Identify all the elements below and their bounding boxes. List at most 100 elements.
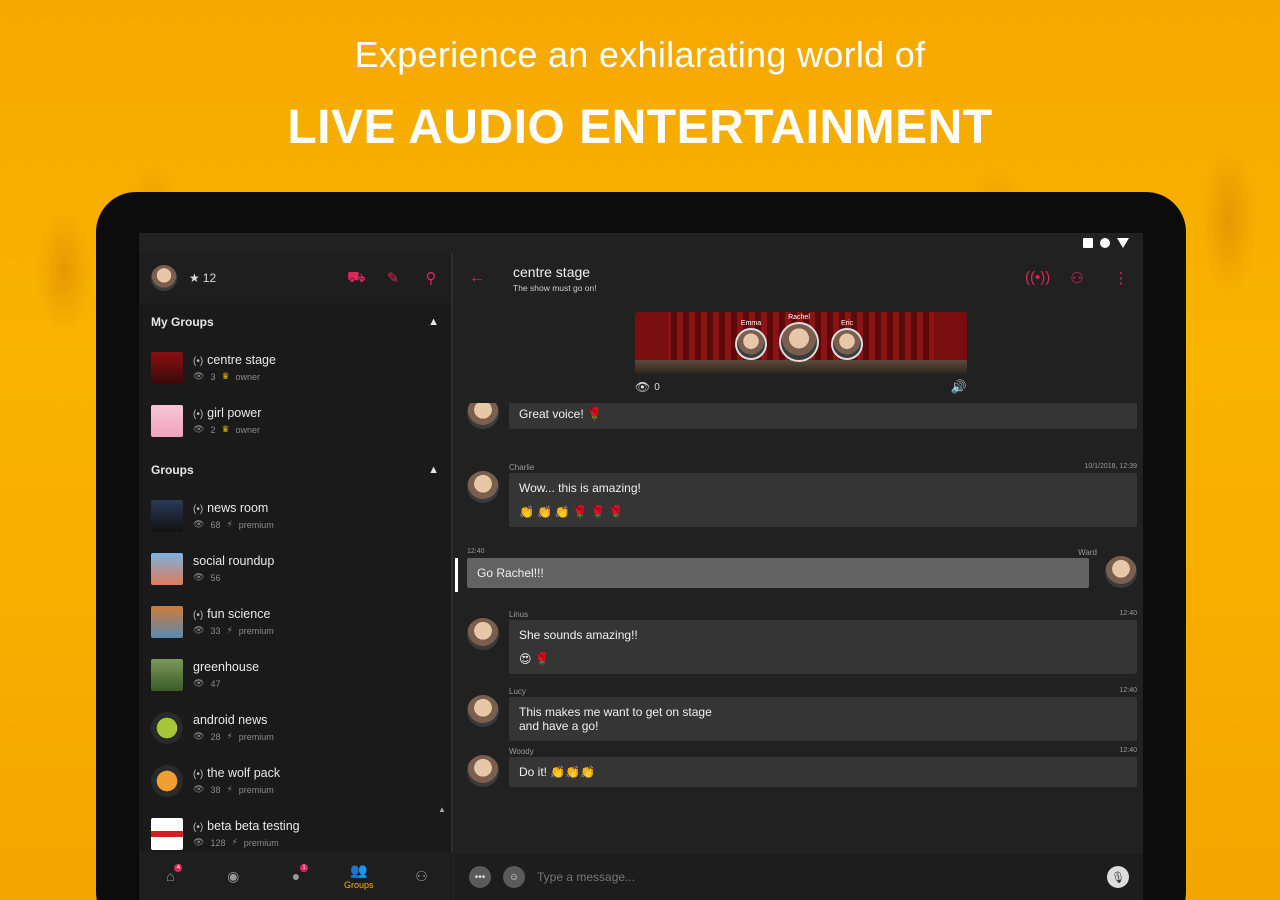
member-count: 56 <box>210 572 221 583</box>
sender-avatar[interactable] <box>467 618 499 650</box>
star-count-value: 12 <box>202 271 217 285</box>
live-icon: (•) <box>193 504 204 515</box>
chats-badge: 1 <box>299 864 308 872</box>
sender-avatar[interactable] <box>467 695 499 727</box>
list-item[interactable]: social roundup 👁 56 <box>139 542 451 595</box>
selection-marker <box>455 558 458 592</box>
stage-member[interactable]: Rachel <box>779 314 819 362</box>
my-groups-title: My Groups <box>151 315 214 329</box>
scroll-indicator-icon[interactable]: ▲ <box>438 805 446 814</box>
nav-contacts[interactable]: ⚇ <box>402 868 442 885</box>
message-emojis: 👏👏👏🌹🌹🌹 <box>519 505 627 519</box>
stage-banner[interactable]: Emma Rachel Eric <box>635 312 967 374</box>
member-count: 3 <box>210 371 216 382</box>
list-item[interactable]: android news 👁 28 ⚡ premium <box>139 701 451 754</box>
group-tag: premium <box>238 519 274 530</box>
chat-header: ← centre stage The show must go on! ((•)… <box>455 253 1143 303</box>
premium-icon: ⚡ <box>226 625 233 635</box>
members-icon: 👁 <box>193 837 205 847</box>
list-item[interactable]: (•) news room 👁 68 ⚡ premium <box>139 489 451 542</box>
chevron-up-icon[interactable]: ▲ <box>428 316 439 328</box>
add-group-icon[interactable]: ⛟ <box>347 269 366 288</box>
list-item[interactable]: (•) the wolf pack 👁 38 ⚡ premium <box>139 754 451 807</box>
stage-stats: 👁 0 🔊 <box>635 379 967 395</box>
sender-avatar[interactable] <box>467 755 499 787</box>
listener-count: 0 <box>654 381 660 393</box>
live-icon: (•) <box>193 409 204 420</box>
member-count: 28 <box>210 731 221 742</box>
stage-floor <box>635 360 967 374</box>
search-icon[interactable]: ⚲ <box>423 269 439 288</box>
back-arrow-icon[interactable]: ← <box>469 269 485 287</box>
live-icon: (•) <box>193 356 204 367</box>
sender-name: Linus <box>509 610 529 619</box>
sender-avatar[interactable] <box>467 471 499 503</box>
sender-avatar[interactable] <box>1105 556 1137 588</box>
compose-icon[interactable]: ✎ <box>385 269 401 288</box>
microphone-icon[interactable]: 🎙 <box>1107 866 1129 888</box>
broadcast-icon[interactable]: ((•)) <box>1025 269 1050 287</box>
members-icon: 👁 <box>193 572 205 582</box>
group-thumbnail <box>151 404 183 437</box>
more-options-icon[interactable]: ••• <box>469 866 491 888</box>
message-bubble[interactable]: Go Rachel!!! <box>467 558 1089 588</box>
message-bubble[interactable]: Wow... this is amazing! 👏👏👏🌹🌹🌹 <box>509 473 1137 527</box>
nav-groups[interactable]: 👥 Groups <box>339 862 379 890</box>
group-role: owner <box>235 371 261 382</box>
emoji-icon[interactable]: ☺ <box>503 866 525 888</box>
message-bubble[interactable]: She sounds amazing!! 😍🌹 <box>509 620 1137 674</box>
group-thumbnail <box>151 499 183 532</box>
profile-avatar[interactable] <box>151 265 177 291</box>
nav-chats[interactable]: ● 1 <box>276 864 316 884</box>
message-list[interactable]: Great voice! 🌹 Charlie 10/1/2018, 12:39 … <box>455 403 1143 843</box>
nav-home[interactable]: ⌂ 4 <box>150 864 190 884</box>
live-icon: (•) <box>193 822 204 833</box>
star-count[interactable]: ★ 12 <box>189 271 216 285</box>
live-icon: (•) <box>193 610 204 621</box>
stage-member[interactable]: Emma <box>735 320 767 360</box>
groups-header[interactable]: Groups ▲ <box>139 451 451 489</box>
sender-name: Woody <box>509 747 534 756</box>
chat-pane: ← centre stage The show must go on! ((•)… <box>455 253 1143 900</box>
more-vert-icon[interactable]: ⋮ <box>1113 269 1129 287</box>
list-item[interactable]: (•) centre stage 👁 3 ♛ owner <box>139 341 451 394</box>
group-name: fun science <box>207 607 271 621</box>
member-count: 2 <box>210 424 216 435</box>
group-thumbnail <box>151 658 183 691</box>
group-tag: premium <box>238 731 274 742</box>
premium-icon: ⚡ <box>226 519 233 529</box>
my-groups-header[interactable]: My Groups ▲ <box>139 303 451 341</box>
message-bubble[interactable]: This makes me want to get on stage and h… <box>509 697 1137 741</box>
crown-icon: ♛ <box>221 371 230 381</box>
group-tag: premium <box>243 837 279 848</box>
chat-icon: ● <box>291 868 301 884</box>
groups-icon: 👥 <box>350 862 368 878</box>
message-time: 12:40 <box>1119 687 1137 694</box>
group-tag: premium <box>238 625 274 636</box>
stage-member-name: Eric <box>840 320 854 327</box>
groups-sidebar: ★ 12 ⛟ ✎ ⚲ My Groups ▲ (•) centre stage 👁… <box>139 253 453 900</box>
group-role: owner <box>235 424 261 435</box>
members-icon: 👁 <box>193 678 205 688</box>
volume-icon[interactable]: 🔊 <box>951 379 967 395</box>
crown-icon: ♛ <box>221 424 230 434</box>
message-bubble[interactable]: Great voice! 🌹 <box>509 403 1137 429</box>
compass-icon: ◉ <box>227 867 240 884</box>
list-item[interactable]: greenhouse 👁 47 <box>139 648 451 701</box>
chevron-up-icon[interactable]: ▲ <box>428 464 439 476</box>
message-input[interactable] <box>537 870 1077 884</box>
members-icon[interactable]: ⚇ <box>1069 269 1085 287</box>
nav-explore[interactable]: ◉ <box>213 868 253 885</box>
list-item[interactable]: (•) girl power 👁 2 ♛ owner <box>139 394 451 447</box>
stage-member-avatar <box>779 322 819 362</box>
list-item[interactable]: (•) fun science 👁 33 ⚡ premium <box>139 595 451 648</box>
message-time: 12:40 <box>1119 747 1137 754</box>
message-bubble[interactable]: Do it! 👏👏👏 <box>509 757 1137 787</box>
message-time: 10/1/2018, 12:39 <box>1084 463 1137 470</box>
sender-avatar[interactable] <box>467 403 499 429</box>
home-icon: ⌂ <box>166 868 175 884</box>
members-icon: 👁 <box>193 519 205 529</box>
bottom-nav: ⌂ 4 ◉ ● 1 👥 Groups ⚇ <box>139 852 453 900</box>
stage-member[interactable]: Eric <box>831 320 863 360</box>
wifi-icon <box>1117 238 1129 248</box>
